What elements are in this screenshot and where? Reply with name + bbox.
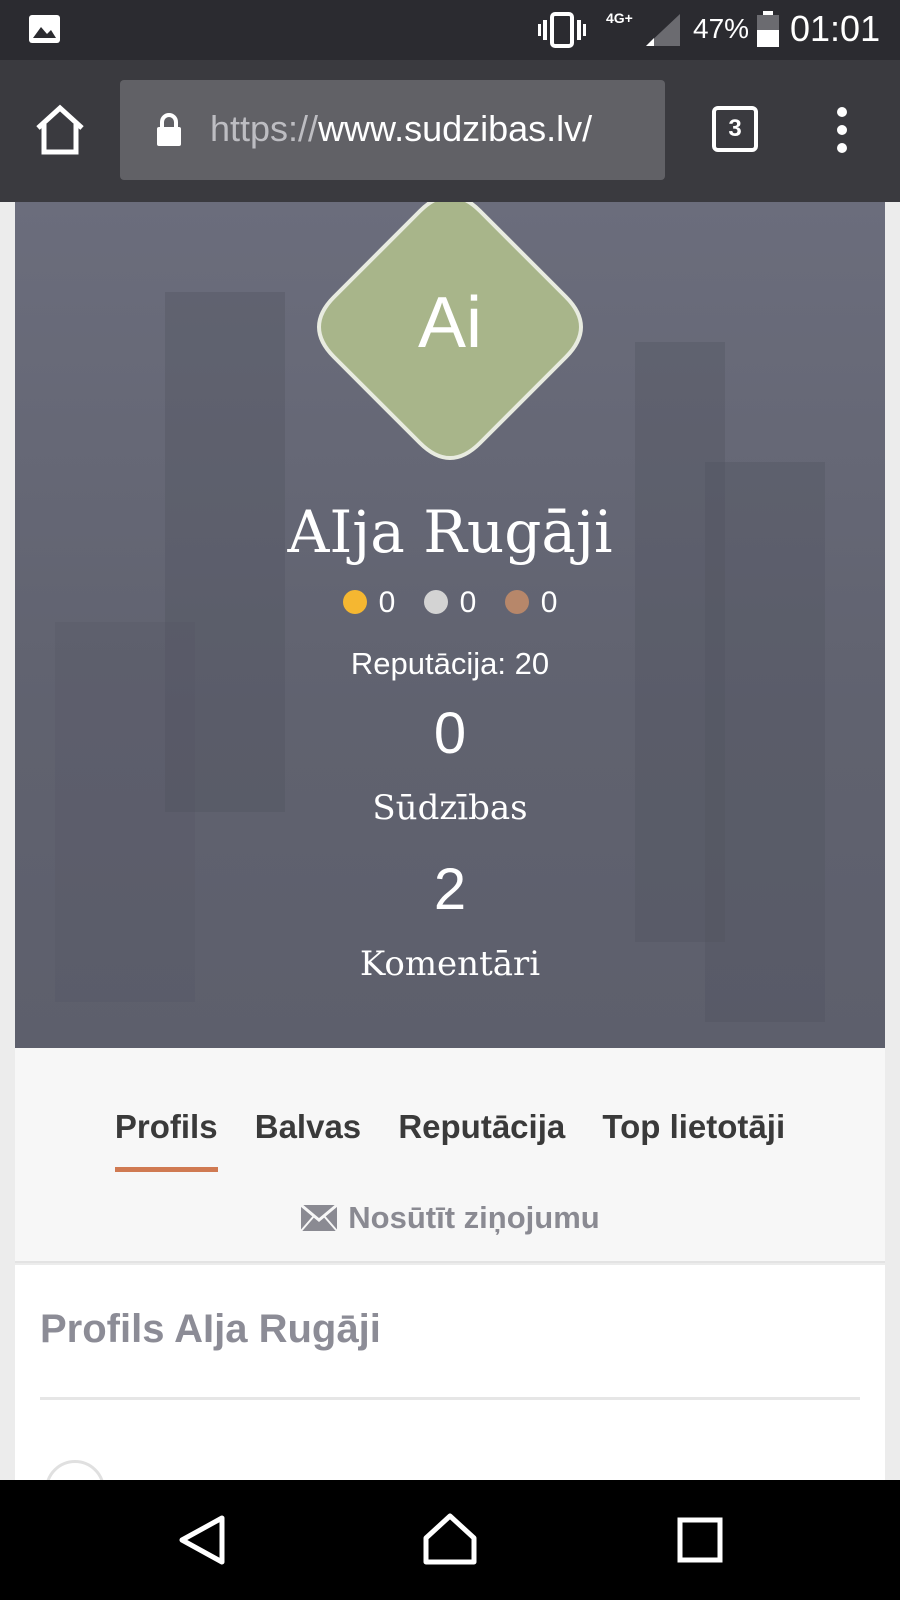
lock-icon [157,113,181,146]
bronze-medal-count: 0 [540,586,558,619]
tab-balvas[interactable]: Balvas [255,1108,361,1166]
tab-list: Profils Balvas Reputācija Top lietotāji [15,1108,885,1172]
url-text: https://www.sudzibas.lv/ [210,108,592,150]
network-type: 4G+ [606,10,633,26]
system-nav-bar [0,1480,900,1600]
comments-count: 2 [433,857,467,922]
silver-medal: 0 [423,586,477,620]
back-icon[interactable] [172,1510,232,1570]
profile-tabs: Profils Balvas Reputācija Top lietotāji … [15,1048,885,1263]
clock: 01:01 [790,8,881,49]
url-host: www.sudzibas.lv/ [318,108,593,149]
gold-medal-icon [342,590,367,614]
silver-medal-count: 0 [459,586,477,619]
mail-icon [300,1204,339,1232]
recents-icon[interactable] [670,1510,730,1570]
browser-toolbar: https://www.sudzibas.lv/ 3 [0,60,900,202]
home-icon[interactable] [30,100,90,160]
url-scheme: https:// [210,108,319,149]
profile-header: Ai AIja Rugāji 0 0 0 Reputācija: 20 0 Sū… [15,202,885,1048]
tab-profils[interactable]: Profils [114,1108,218,1172]
signal-icon [646,14,680,46]
medals-row: 0 0 0 [15,586,885,620]
gold-medal: 0 [342,586,396,620]
profile-name: AIja Rugāji [287,498,613,566]
comments-label: Komentāri [359,944,541,984]
avatar-initials: Ai [417,283,483,363]
bronze-medal: 0 [504,586,558,620]
url-bar[interactable]: https://www.sudzibas.lv/ [120,80,665,180]
tab-top-lietotaji[interactable]: Top lietotāji [602,1108,785,1166]
tabs-button[interactable]: 3 [712,106,758,152]
complaints-label: Sūdzības [372,788,528,828]
silver-medal-icon [423,590,448,614]
overflow-menu-icon[interactable] [822,100,862,160]
tab-reputacija[interactable]: Reputācija [398,1108,565,1166]
battery-icon [757,11,779,47]
profile-content: Profils AIja Rugāji [15,1265,885,1480]
battery-percent: 47% [693,13,750,44]
gold-medal-count: 0 [378,586,396,619]
gallery-icon [29,15,60,43]
send-message-link[interactable]: Nosūtīt ziņojumu [15,1200,885,1236]
section-title: Profils AIja Rugāji [40,1307,381,1351]
divider [40,1397,860,1400]
complaints-count: 0 [433,701,467,766]
send-message-label: Nosūtīt ziņojumu [348,1200,600,1235]
home-icon[interactable] [420,1510,480,1570]
status-bar: 4G+ 47% 01:01 [0,0,900,60]
bronze-medal-icon [504,590,529,614]
reputation-text: Reputācija: 20 [350,646,550,681]
vibrate-icon [538,12,586,48]
content-avatar [45,1460,105,1480]
